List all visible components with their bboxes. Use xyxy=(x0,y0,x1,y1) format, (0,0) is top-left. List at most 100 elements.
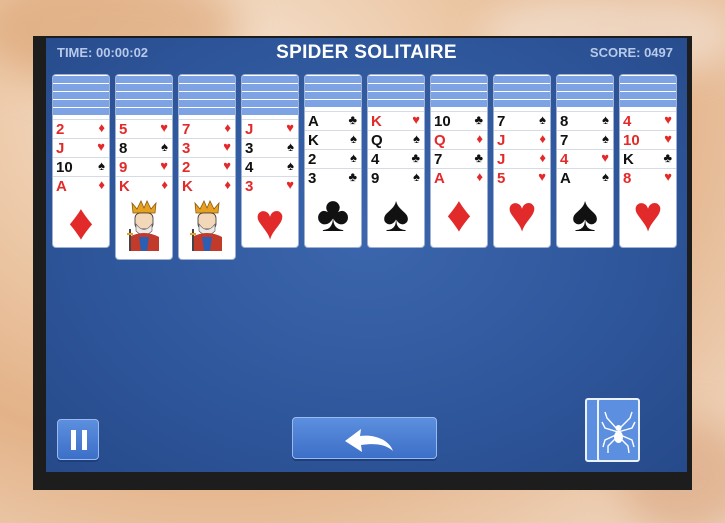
diamond-icon: ♦ xyxy=(161,177,168,192)
face-down-card xyxy=(494,99,550,108)
card-Q-of-spade[interactable]: Q ♠ xyxy=(368,130,424,149)
card-rank: K xyxy=(371,113,382,130)
card-9-of-heart[interactable]: 9 ♥ xyxy=(116,157,172,176)
card-rank: 7 xyxy=(497,113,506,130)
card-8-of-spade[interactable]: 8 ♠ xyxy=(557,111,613,130)
card-8-of-heart[interactable]: 8 ♥ xyxy=(620,168,676,187)
card-9-of-spade[interactable]: 9 ♠ xyxy=(368,168,424,187)
card-rank: 4 xyxy=(623,113,632,130)
spade-icon: ♠ xyxy=(350,131,357,146)
face-down-card xyxy=(53,107,109,116)
card-7-of-spade[interactable]: 7 ♠ xyxy=(494,111,550,130)
club-icon: ♣ xyxy=(411,150,420,165)
card-7-of-club[interactable]: 7 ♣ xyxy=(431,149,487,168)
card-rank: 10 xyxy=(434,113,451,130)
card-7-of-spade[interactable]: 7 ♠ xyxy=(557,130,613,149)
score: SCORE: 0497 xyxy=(589,45,673,60)
card-rank: 2 xyxy=(308,151,317,168)
spade-icon: ♠ xyxy=(287,139,294,154)
card-5-of-heart[interactable]: 5 ♥ xyxy=(116,119,172,138)
card-rank: 3 xyxy=(245,178,254,195)
card-4-of-heart[interactable]: 4 ♥ xyxy=(557,149,613,168)
card-4-of-heart[interactable]: 4 ♥ xyxy=(620,111,676,130)
king-face-icon xyxy=(190,200,222,251)
card-rank: 2 xyxy=(56,121,65,138)
card-10-of-club[interactable]: 10 ♣ xyxy=(431,111,487,130)
stock-card-top[interactable] xyxy=(597,398,640,462)
card-4-of-spade[interactable]: 4 ♠ xyxy=(242,157,298,176)
tableau-column-3[interactable]: 7 ♦ 3 ♥ 2 ♥ K ♦ xyxy=(179,75,235,259)
heart-icon: ♥ xyxy=(160,158,168,173)
heart-icon: ♥ xyxy=(223,158,231,173)
card-rank: A xyxy=(434,170,445,187)
card-4-of-club[interactable]: 4 ♣ xyxy=(368,149,424,168)
club-icon: ♣ xyxy=(474,112,483,127)
tableau-column-5[interactable]: A ♣ K ♠ 2 ♠ 3 ♣ ♣ xyxy=(305,75,361,247)
card-2-of-diamond[interactable]: 2 ♦ xyxy=(53,119,109,138)
card-J-of-heart[interactable]: J ♥ xyxy=(53,138,109,157)
tableau-column-2[interactable]: 5 ♥ 8 ♠ 9 ♥ K ♦ xyxy=(116,75,172,259)
heart-icon: ♥ xyxy=(538,169,546,184)
card-rank: 9 xyxy=(371,170,380,187)
card-3-of-spade[interactable]: 3 ♠ xyxy=(242,138,298,157)
card-Q-of-diamond[interactable]: Q ♦ xyxy=(431,130,487,149)
card-rank: K xyxy=(182,178,193,195)
tableau-column-9[interactable]: 8 ♠ 7 ♠ 4 ♥ A ♠ ♠ xyxy=(557,75,613,247)
card-K-of-club[interactable]: K ♣ xyxy=(620,149,676,168)
card-rank: Q xyxy=(434,132,446,149)
card-rank: J xyxy=(245,121,254,138)
face-down-card xyxy=(242,107,298,116)
card-3-of-heart[interactable]: 3 ♥ xyxy=(242,176,298,195)
undo-button[interactable] xyxy=(292,417,437,459)
diamond-icon: ♦ xyxy=(476,169,483,184)
diamond-icon: ♦ xyxy=(539,150,546,165)
tableau-column-10[interactable]: 4 ♥ 10 ♥ K ♣ 8 ♥ ♥ xyxy=(620,75,676,247)
card-A-of-spade[interactable]: A ♠ xyxy=(557,168,613,187)
undo-arrow-icon xyxy=(345,429,393,452)
card-rank: 3 xyxy=(182,140,191,157)
spade-icon: ♠ xyxy=(413,169,420,184)
card-K-of-spade[interactable]: K ♠ xyxy=(305,130,361,149)
card-10-of-spade[interactable]: 10 ♠ xyxy=(53,157,109,176)
heart-large-icon: ♥ xyxy=(255,194,285,247)
card-K-of-diamond[interactable]: K ♦ xyxy=(179,176,235,195)
card-A-of-diamond[interactable]: A ♦ xyxy=(431,168,487,187)
face-down-card xyxy=(305,99,361,108)
pause-button[interactable] xyxy=(57,419,99,460)
card-5-of-heart[interactable]: 5 ♥ xyxy=(494,168,550,187)
spade-large-icon: ♠ xyxy=(382,186,410,242)
card-3-of-heart[interactable]: 3 ♥ xyxy=(179,138,235,157)
tableau-column-8[interactable]: 7 ♠ J ♦ J ♦ 5 ♥ ♥ xyxy=(494,75,550,247)
card-J-of-diamond[interactable]: J ♦ xyxy=(494,149,550,168)
spade-icon: ♠ xyxy=(287,158,294,173)
face-down-card xyxy=(116,107,172,116)
card-rank: A xyxy=(56,178,67,195)
card-J-of-diamond[interactable]: J ♦ xyxy=(494,130,550,149)
card-8-of-spade[interactable]: 8 ♠ xyxy=(116,138,172,157)
card-A-of-diamond[interactable]: A ♦ xyxy=(53,176,109,195)
card-10-of-heart[interactable]: 10 ♥ xyxy=(620,130,676,149)
diamond-icon: ♦ xyxy=(539,131,546,146)
face-down-card xyxy=(431,99,487,108)
heart-icon: ♥ xyxy=(664,131,672,146)
card-3-of-club[interactable]: 3 ♣ xyxy=(305,168,361,187)
tableau-column-7[interactable]: 10 ♣ Q ♦ 7 ♣ A ♦ ♦ xyxy=(431,75,487,247)
heart-icon: ♥ xyxy=(223,139,231,154)
tableau-column-1[interactable]: 2 ♦ J ♥ 10 ♠ A ♦ ♦ xyxy=(53,75,109,247)
card-K-of-heart[interactable]: K ♥ xyxy=(368,111,424,130)
card-2-of-heart[interactable]: 2 ♥ xyxy=(179,157,235,176)
card-rank: J xyxy=(497,132,506,149)
club-large-icon: ♣ xyxy=(316,186,350,242)
tableau-column-4[interactable]: J ♥ 3 ♠ 4 ♠ 3 ♥ ♥ xyxy=(242,75,298,247)
club-icon: ♣ xyxy=(474,150,483,165)
card-A-of-club[interactable]: A ♣ xyxy=(305,111,361,130)
card-2-of-spade[interactable]: 2 ♠ xyxy=(305,149,361,168)
card-rank: 7 xyxy=(434,151,443,168)
card-rank: 4 xyxy=(371,151,380,168)
card-J-of-heart[interactable]: J ♥ xyxy=(242,119,298,138)
tableau-column-6[interactable]: K ♥ Q ♠ 4 ♣ 9 ♠ ♠ xyxy=(368,75,424,247)
face-down-card xyxy=(620,99,676,108)
diamond-icon: ♦ xyxy=(476,131,483,146)
card-K-of-diamond[interactable]: K ♦ xyxy=(116,176,172,195)
card-7-of-diamond[interactable]: 7 ♦ xyxy=(179,119,235,138)
